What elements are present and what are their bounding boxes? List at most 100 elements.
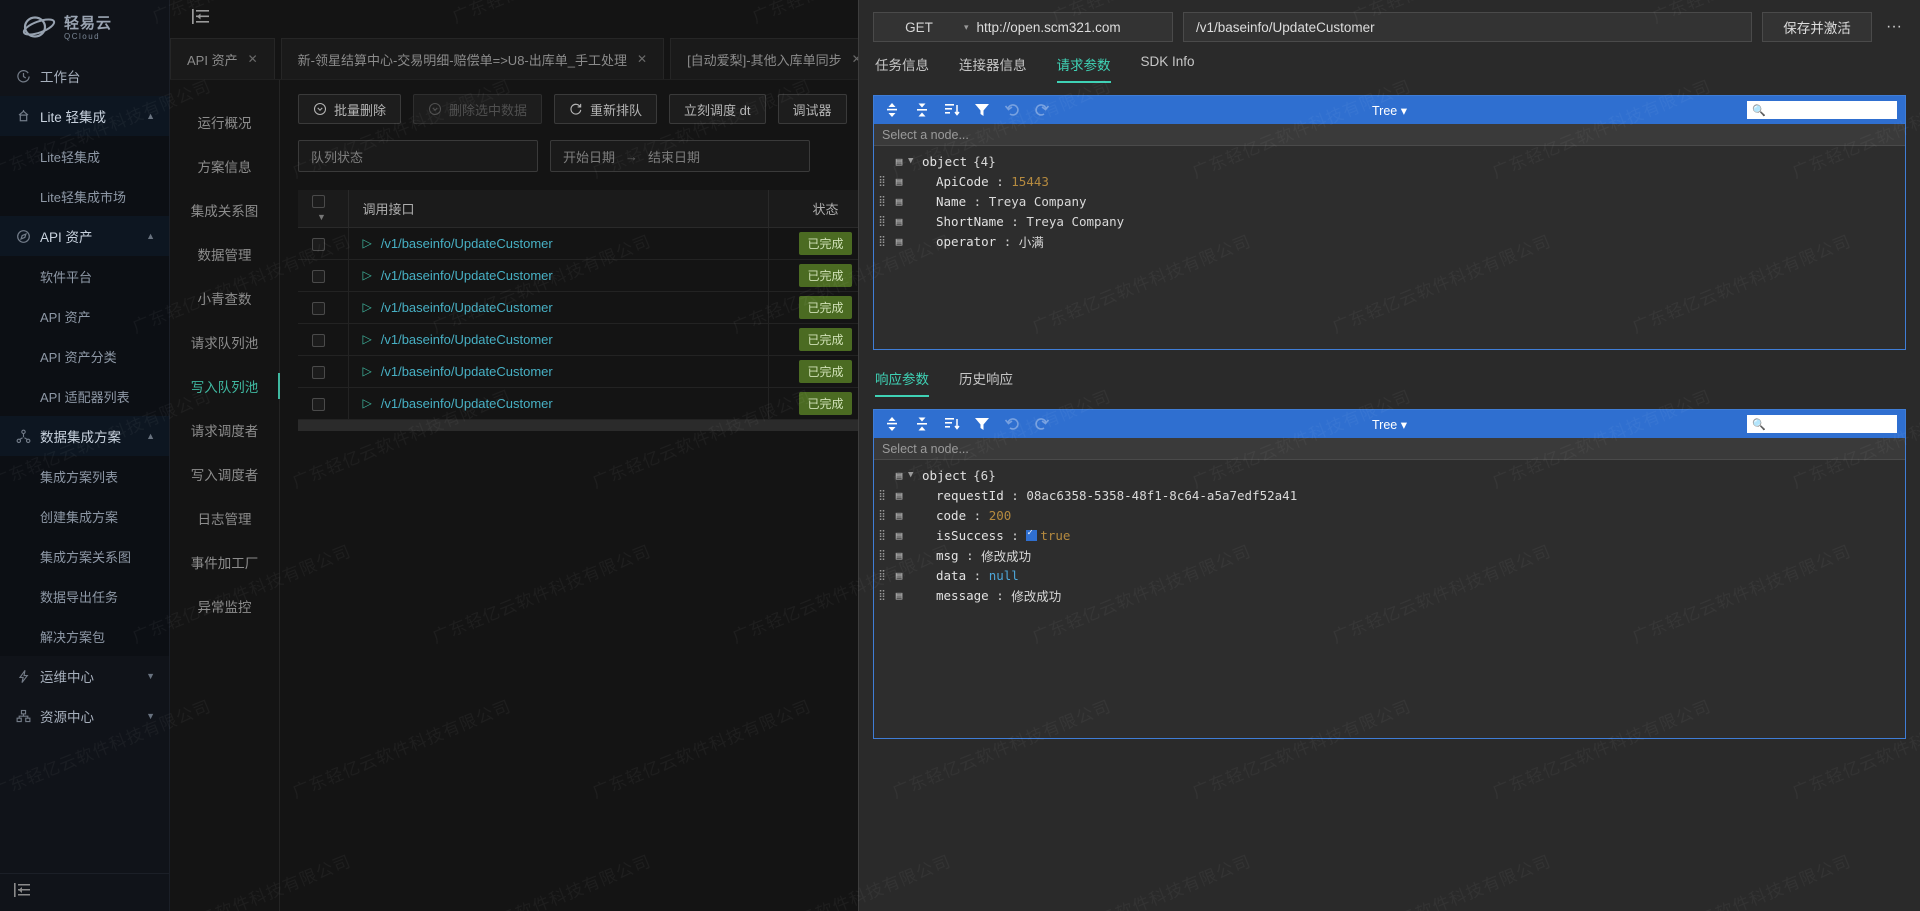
drag-handle-icon[interactable]: ⣿ <box>874 216 890 227</box>
sidebar-item-3-1[interactable]: 创建集成方案 <box>0 496 169 536</box>
vmenu-item-8[interactable]: 写入调度者 <box>170 452 279 496</box>
tab-1[interactable]: 新-领星结算中心-交易明细-赔偿单=>U8-出库单_手工处理 ✕ <box>280 38 665 79</box>
drag-handle-icon[interactable]: ⣿ <box>874 570 890 581</box>
drag-handle-icon[interactable]: ⣿ <box>874 510 890 521</box>
collapse-all-icon[interactable] <box>914 416 930 432</box>
vmenu-item-1[interactable]: 方案信息 <box>170 144 279 188</box>
json-node-row[interactable]: ⣿ ▤ requestId : 08ac6358-5358-48f1-8c64-a5… <box>874 485 1905 505</box>
sidebar-item-2-2[interactable]: API 资产分类 <box>0 336 169 376</box>
json-node-row[interactable]: ⣿ ▤ Name : Treya Company <box>874 191 1905 211</box>
vmenu-item-6[interactable]: 写入队列池 <box>170 364 280 408</box>
json-node-row[interactable]: ⣿ ▤ isSuccess : true <box>874 525 1905 545</box>
api-path-link[interactable]: /v1/baseinfo/UpdateCustomer <box>381 364 553 379</box>
chevron-down-icon[interactable]: ▾ <box>964 22 969 33</box>
row-checkbox[interactable] <box>312 269 325 283</box>
chevron-up-icon[interactable]: ▲ <box>146 231 155 241</box>
request-path-input[interactable]: /v1/baseinfo/UpdateCustomer <box>1183 12 1752 42</box>
sidebar-group-4[interactable]: 运维中心 ▼ <box>0 656 169 696</box>
sidebar-item-3-0[interactable]: 集成方案列表 <box>0 456 169 496</box>
json-node-row[interactable]: ⣿ ▤ ShortName : Treya Company <box>874 211 1905 231</box>
drawer-tab-2[interactable]: 请求参数 <box>1056 54 1111 83</box>
response-search-input[interactable]: 🔍 <box>1747 415 1897 433</box>
toolbar-button-3[interactable]: 立刻调度 dt <box>669 94 766 124</box>
sidebar-group-0[interactable]: 工作台 <box>0 56 169 96</box>
play-icon[interactable]: ▷ <box>363 364 372 378</box>
save-activate-button[interactable]: 保存并激活 <box>1762 12 1872 42</box>
api-path-link[interactable]: /v1/baseinfo/UpdateCustomer <box>381 396 553 411</box>
sidebar-item-1-0[interactable]: Lite轻集成 <box>0 136 169 176</box>
chevron-down-icon[interactable]: ▼ <box>146 671 155 681</box>
api-path-link[interactable]: /v1/baseinfo/UpdateCustomer <box>381 332 553 347</box>
drag-handle-icon[interactable]: ⣿ <box>874 236 890 247</box>
collapse-sidebar-icon[interactable] <box>14 883 30 902</box>
queue-status-select[interactable]: 队列状态 <box>298 140 538 172</box>
row-checkbox[interactable] <box>312 333 325 347</box>
chevron-down-icon[interactable]: ▼ <box>317 212 326 222</box>
sort-icon[interactable] <box>944 102 960 118</box>
play-icon[interactable]: ▷ <box>363 268 372 282</box>
chevron-down-icon[interactable]: ▼ <box>908 470 922 480</box>
select-all-checkbox[interactable] <box>312 195 325 209</box>
row-select-cell[interactable] <box>298 259 349 292</box>
drag-handle-icon[interactable]: ⣿ <box>874 176 890 187</box>
filter-icon[interactable] <box>974 102 990 118</box>
filter-icon[interactable] <box>974 416 990 432</box>
row-checkbox[interactable] <box>312 365 325 379</box>
sidebar-item-2-3[interactable]: API 适配器列表 <box>0 376 169 416</box>
sidebar-collapse-bar[interactable] <box>0 873 169 911</box>
sidebar-group-5[interactable]: 资源中心 ▼ <box>0 696 169 736</box>
chevron-up-icon[interactable]: ▲ <box>146 431 155 441</box>
response-view-mode-select[interactable]: Tree ▾ <box>1372 417 1407 432</box>
row-select-cell[interactable] <box>298 387 349 420</box>
request-search-input[interactable]: 🔍 <box>1747 101 1897 119</box>
json-node-row[interactable]: ⣿ ▤ operator : 小满 <box>874 231 1905 251</box>
vmenu-item-5[interactable]: 请求队列池 <box>170 320 279 364</box>
close-icon[interactable]: ✕ <box>248 52 258 66</box>
expand-all-icon[interactable] <box>884 102 900 118</box>
play-icon[interactable]: ▷ <box>363 332 372 346</box>
row-select-cell[interactable] <box>298 227 349 260</box>
sidebar-item-2-0[interactable]: 软件平台 <box>0 256 169 296</box>
toolbar-button-4[interactable]: 调试器 <box>777 94 847 124</box>
sidebar-item-2-1[interactable]: API 资产 <box>0 296 169 336</box>
tab-0[interactable]: API 资产 ✕ <box>170 38 275 79</box>
drawer-tab-0[interactable]: 任务信息 <box>875 54 929 83</box>
vmenu-item-2[interactable]: 集成关系图 <box>170 188 279 232</box>
sidebar-group-1[interactable]: Lite 轻集成 ▲ <box>0 96 169 136</box>
row-checkbox[interactable] <box>312 301 325 315</box>
response-tab-1[interactable]: 历史响应 <box>959 368 1013 397</box>
response-tab-0[interactable]: 响应参数 <box>875 368 929 397</box>
play-icon[interactable]: ▷ <box>363 236 372 250</box>
method-host-field[interactable]: GET ▾ http://open.scm321.com <box>873 12 1173 42</box>
play-icon[interactable]: ▷ <box>363 396 372 410</box>
request-node-selector[interactable]: Select a node... <box>874 124 1905 146</box>
chevron-down-icon[interactable]: ▼ <box>908 156 922 166</box>
tab-2[interactable]: [自动爱梨]-其他入库单同步 ✕ <box>670 38 879 79</box>
sidebar-group-3[interactable]: 数据集成方案 ▲ <box>0 416 169 456</box>
row-select-cell[interactable] <box>298 291 349 324</box>
brand-logo[interactable]: 轻易云 QCloud <box>0 0 169 56</box>
drawer-tab-3[interactable]: SDK Info <box>1141 54 1195 83</box>
vmenu-item-7[interactable]: 请求调度者 <box>170 408 279 452</box>
drag-handle-icon[interactable]: ⣿ <box>874 196 890 207</box>
close-icon[interactable]: ✕ <box>637 52 647 66</box>
more-options-icon[interactable]: ··· <box>1882 18 1906 36</box>
chevron-up-icon[interactable]: ▲ <box>146 111 155 121</box>
sidebar-group-2[interactable]: API 资产 ▲ <box>0 216 169 256</box>
api-path-link[interactable]: /v1/baseinfo/UpdateCustomer <box>381 300 553 315</box>
collapse-all-icon[interactable] <box>914 102 930 118</box>
drag-handle-icon[interactable]: ⣿ <box>874 550 890 561</box>
sort-icon[interactable] <box>944 416 960 432</box>
drag-handle-icon[interactable]: ⣿ <box>874 490 890 501</box>
drag-handle-icon[interactable]: ⣿ <box>874 590 890 601</box>
vmenu-item-9[interactable]: 日志管理 <box>170 496 279 540</box>
vmenu-item-3[interactable]: 数据管理 <box>170 232 279 276</box>
row-select-cell[interactable] <box>298 323 349 356</box>
expand-all-icon[interactable] <box>884 416 900 432</box>
vmenu-item-11[interactable]: 异常监控 <box>170 584 279 628</box>
row-checkbox[interactable] <box>312 237 325 251</box>
row-checkbox[interactable] <box>312 397 325 411</box>
json-node-row[interactable]: ⣿ ▤ message : 修改成功 <box>874 585 1905 605</box>
row-select-cell[interactable] <box>298 355 349 388</box>
api-path-link[interactable]: /v1/baseinfo/UpdateCustomer <box>381 236 553 251</box>
